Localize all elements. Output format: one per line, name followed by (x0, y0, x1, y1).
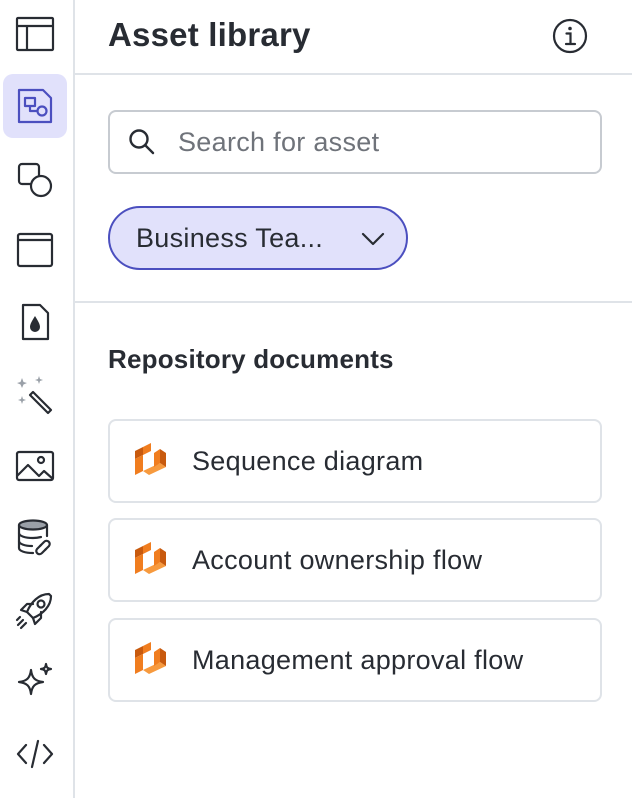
repository-doc-icon (135, 542, 166, 574)
layout-icon (15, 16, 55, 52)
frame-button[interactable] (3, 218, 67, 282)
rocket-icon (15, 592, 53, 630)
team-filter-label: Business Tea... (136, 222, 324, 253)
asset-library-panel: Asset library Business Tea... Repository… (75, 0, 632, 798)
shapes-button[interactable] (3, 146, 67, 210)
document-item[interactable]: Management approval flow (108, 618, 602, 702)
rocket-button[interactable] (3, 578, 67, 642)
image-button[interactable] (3, 434, 67, 498)
document-item[interactable]: Account ownership flow (108, 518, 602, 602)
sparkle-button[interactable] (3, 650, 67, 714)
image-icon (15, 450, 55, 482)
repository-doc-icon (135, 642, 166, 674)
data-link-icon (17, 519, 51, 556)
layout-button[interactable] (3, 2, 67, 66)
document-label: Account ownership flow (192, 544, 483, 575)
theme-icon (21, 303, 50, 341)
chevron-down-icon (361, 232, 385, 246)
repository-doc-icon (135, 443, 166, 475)
tool-rail (0, 0, 75, 798)
section-title: Repository documents (108, 344, 394, 374)
code-button[interactable] (3, 722, 67, 786)
search-box[interactable] (108, 110, 602, 174)
search-icon (122, 122, 162, 162)
asset-library-button[interactable] (3, 74, 67, 138)
search-input[interactable] (176, 125, 580, 159)
info-button[interactable] (549, 15, 591, 57)
frame-icon (16, 232, 54, 268)
theme-button[interactable] (3, 290, 67, 354)
magic-wand-button[interactable] (3, 362, 67, 426)
document-label: Sequence diagram (192, 445, 424, 476)
sparkle-icon (17, 662, 53, 696)
info-icon (552, 18, 588, 54)
data-link-button[interactable] (3, 506, 67, 570)
divider (75, 301, 632, 303)
code-icon (16, 739, 54, 769)
magic-wand-icon (17, 376, 53, 415)
panel-title: Asset library (108, 16, 311, 53)
team-filter-dropdown[interactable]: Business Tea... (108, 206, 408, 270)
asset-library-icon (17, 88, 53, 124)
shapes-icon (17, 162, 53, 198)
document-label: Management approval flow (192, 644, 524, 675)
document-item[interactable]: Sequence diagram (108, 419, 602, 503)
panel-header: Asset library (75, 0, 632, 75)
